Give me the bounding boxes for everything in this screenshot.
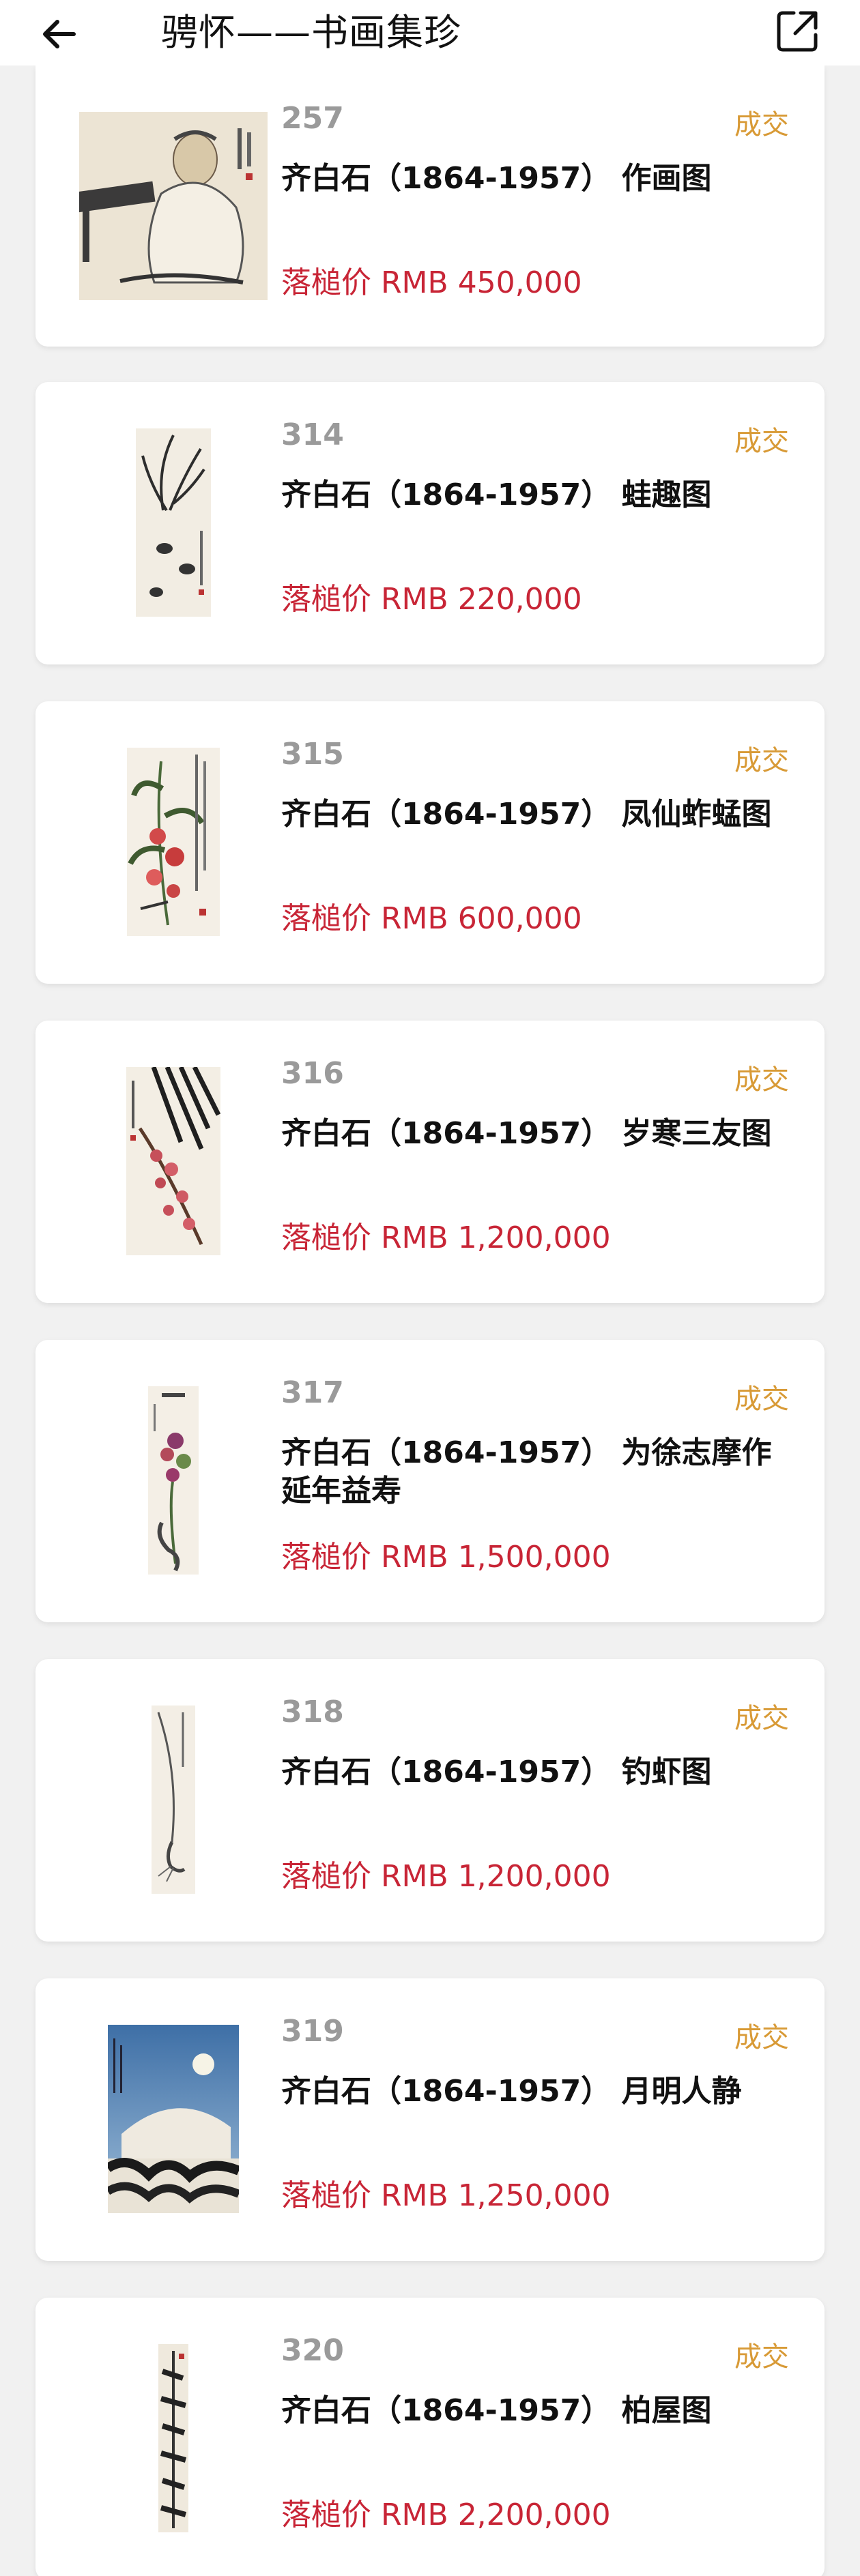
top-bar: 骋怀——书画集珍: [0, 0, 860, 65]
page-title: 骋怀——书画集珍: [161, 11, 461, 54]
lot-title: 齐白石（1864-1957） 凤仙蚱蜢图: [281, 797, 772, 832]
hammer-price: 落槌价 RMB 1,200,000: [281, 1859, 611, 1894]
lot-card[interactable]: 319 成交 齐白石（1864-1957） 月明人静 落槌价 RMB 1,250…: [35, 1978, 825, 2261]
lot-card[interactable]: 257 成交 齐白石（1864-1957） 作画图 落槌价 RMB 450,00…: [35, 65, 825, 347]
lot-card[interactable]: 320 成交 齐白石（1864-1957） 柏屋图 落槌价 RMB 2,200,…: [35, 2298, 825, 2576]
lot-title: 齐白石（1864-1957） 为徐志摩作延年益寿: [281, 1435, 772, 1508]
status-badge: 成交: [734, 1064, 789, 1096]
painting-shrimp-thumb: [71, 1704, 276, 1895]
status-badge: 成交: [734, 745, 789, 776]
status-badge: 成交: [734, 1384, 789, 1415]
hammer-price: 落槌价 RMB 1,200,000: [281, 1220, 611, 1255]
share-icon: [777, 11, 818, 52]
painting-figure-thumb: [71, 111, 276, 302]
hammer-price: 落槌价 RMB 1,250,000: [281, 2178, 611, 2213]
back-button[interactable]: [40, 14, 81, 55]
share-button[interactable]: [773, 7, 822, 56]
lot-title: 齐白石（1864-1957） 月明人静: [281, 2074, 742, 2109]
lot-number: 314: [281, 418, 344, 452]
hammer-price: 落槌价 RMB 2,200,000: [281, 2498, 611, 2532]
painting-cypress-thumb: [71, 2343, 276, 2534]
status-badge: 成交: [734, 1703, 789, 1734]
lot-number: 257: [281, 101, 344, 136]
hammer-price: 落槌价 RMB 450,000: [281, 265, 582, 300]
status-badge: 成交: [734, 2341, 789, 2373]
lot-card[interactable]: 318 成交 齐白石（1864-1957） 钓虾图 落槌价 RMB 1,200,…: [35, 1659, 825, 1942]
lot-title: 齐白石（1864-1957） 柏屋图: [281, 2393, 712, 2428]
lot-card[interactable]: 316 成交 齐白石（1864-1957） 岁寒三友图 落槌价 RMB 1,20…: [35, 1021, 825, 1303]
lot-number: 317: [281, 1375, 344, 1410]
hammer-price: 落槌价 RMB 600,000: [281, 901, 582, 936]
painting-balsam-thumb: [71, 746, 276, 937]
hammer-price: 落槌价 RMB 220,000: [281, 582, 582, 617]
status-badge: 成交: [734, 109, 789, 141]
arrow-left-icon: [43, 20, 76, 48]
lot-title: 齐白石（1864-1957） 蛙趣图: [281, 478, 712, 512]
status-badge: 成交: [734, 2022, 789, 2053]
lot-card[interactable]: 317 成交 齐白石（1864-1957） 为徐志摩作延年益寿 落槌价 RMB …: [35, 1340, 825, 1622]
page: 骋怀——书画集珍 257 成交 齐白石（1864-1957） 作画图 落槌价 R…: [0, 0, 860, 2576]
painting-chrysanthemum-thumb: [71, 1385, 276, 1576]
status-badge: 成交: [734, 426, 789, 457]
lot-number: 315: [281, 737, 344, 772]
lot-card[interactable]: 315 成交 齐白石（1864-1957） 凤仙蚱蜢图 落槌价 RMB 600,…: [35, 701, 825, 984]
lot-number: 319: [281, 2014, 344, 2049]
painting-frogs-thumb: [71, 427, 276, 618]
lot-title: 齐白石（1864-1957） 岁寒三友图: [281, 1116, 772, 1151]
lot-number: 316: [281, 1056, 344, 1091]
lot-title: 齐白石（1864-1957） 钓虾图: [281, 1755, 712, 1789]
hammer-price: 落槌价 RMB 1,500,000: [281, 1540, 611, 1575]
lot-number: 320: [281, 2333, 344, 2368]
lot-number: 318: [281, 1695, 344, 1729]
painting-three-friends-thumb: [71, 1066, 276, 1257]
painting-moon-thumb: [71, 2023, 276, 2214]
lot-card[interactable]: 314 成交 齐白石（1864-1957） 蛙趣图 落槌价 RMB 220,00…: [35, 382, 825, 664]
lot-title: 齐白石（1864-1957） 作画图: [281, 161, 712, 196]
